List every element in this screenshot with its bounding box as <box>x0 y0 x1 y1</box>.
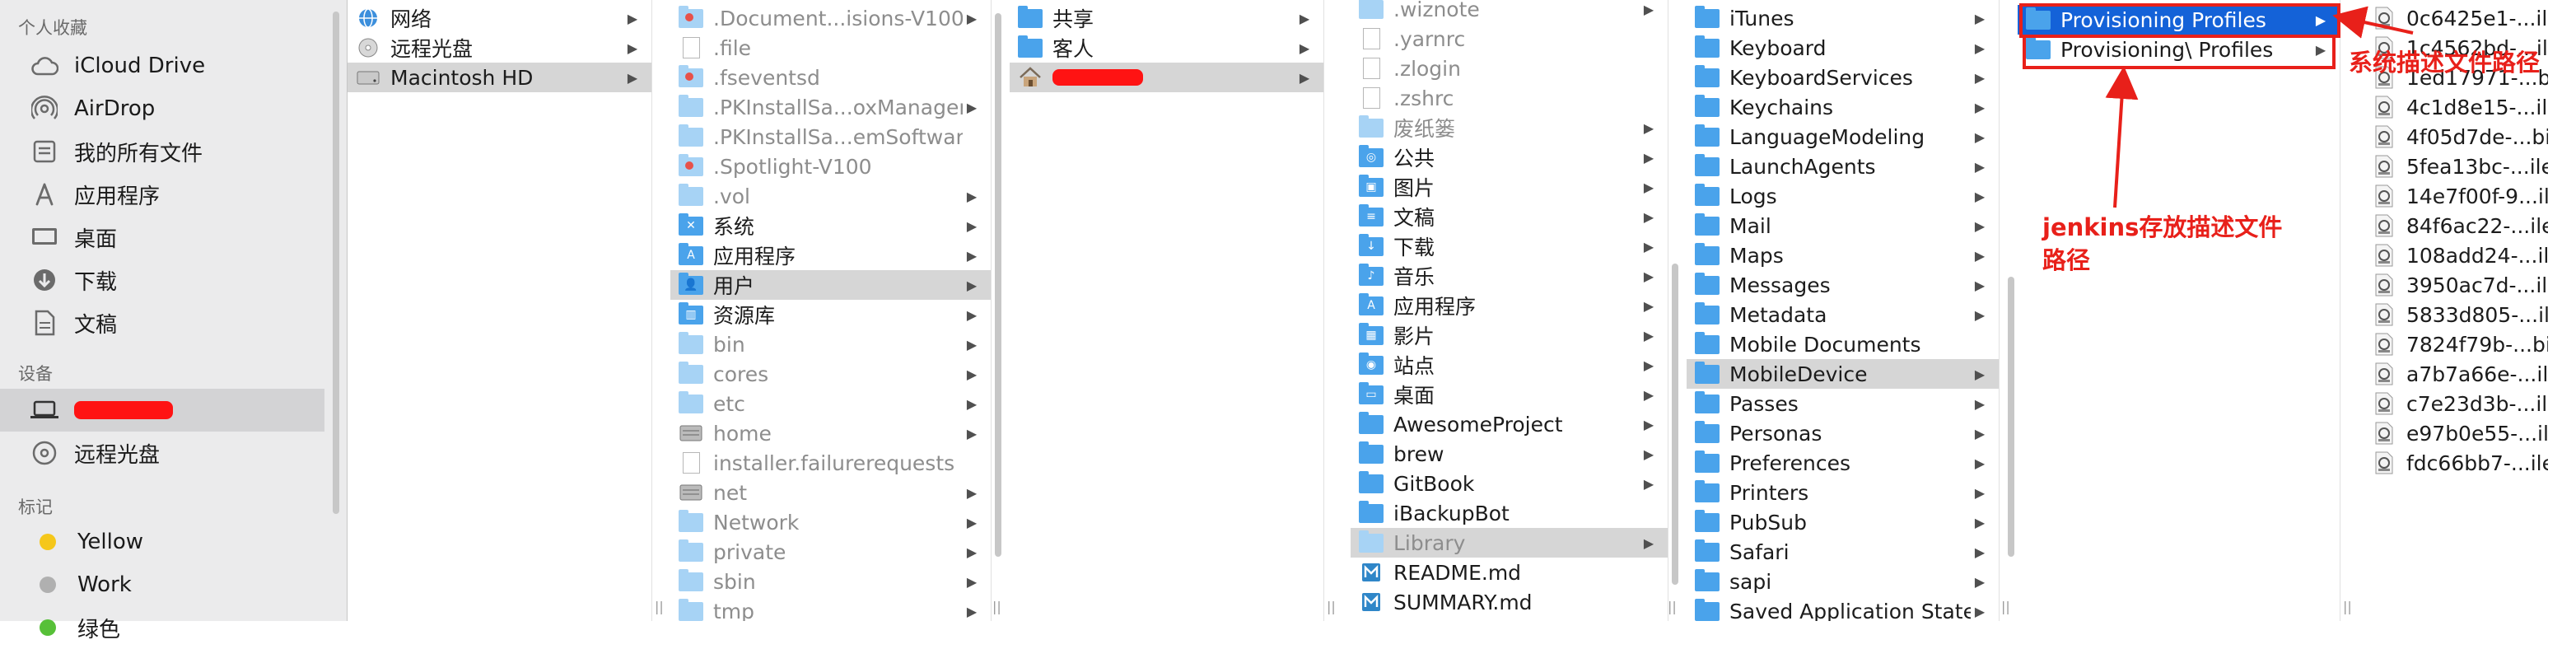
annotation-arrows <box>2105 6 2414 208</box>
arrow-to-system-profiles <box>2332 6 2414 39</box>
arrow-to-jenkins-profiles <box>2105 66 2139 208</box>
green-tag-dot-icon <box>40 619 56 636</box>
